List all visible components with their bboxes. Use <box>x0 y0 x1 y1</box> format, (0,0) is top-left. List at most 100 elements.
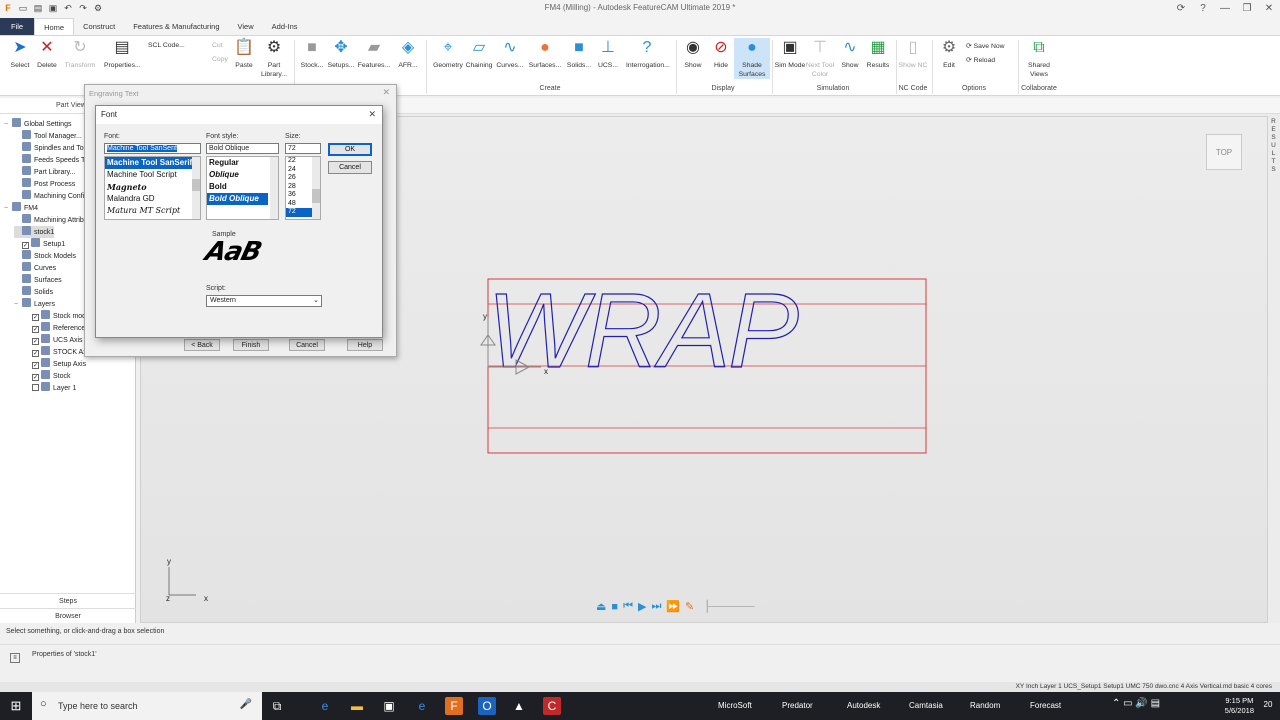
script-select[interactable]: Western ⌄ <box>206 295 322 307</box>
scroll-thumb[interactable] <box>312 189 320 203</box>
cut-button[interactable]: Cut <box>212 42 223 49</box>
size-list-item[interactable]: 36 <box>286 191 312 200</box>
interrogation-button[interactable]: ? Interrogation... <box>626 38 670 70</box>
cancel-button[interactable]: Cancel <box>328 161 372 174</box>
reload-button[interactable]: ⟳ Reload <box>966 56 995 64</box>
save-now-button[interactable]: ⟳ Save Now <box>966 42 1005 50</box>
close-icon[interactable]: ✕ <box>382 87 390 98</box>
size-list-item[interactable]: 28 <box>286 183 312 192</box>
minimize-button[interactable]: — <box>1214 0 1236 18</box>
tree-node[interactable]: − Layers <box>14 298 55 310</box>
properties-icon[interactable]: ≡ <box>10 653 20 663</box>
show-nc-button[interactable]: ▯ Show NC <box>895 38 931 70</box>
visibility-checkbox[interactable] <box>32 384 39 391</box>
edge-browser-icon[interactable]: e <box>316 697 334 715</box>
results-side-tab[interactable]: RESULTS <box>1268 118 1278 177</box>
photos-icon[interactable]: ▲ <box>510 697 528 715</box>
expand-toggle-icon[interactable]: − <box>4 119 12 131</box>
font-list-item[interactable]: Malandra GD <box>105 193 200 205</box>
setups-button[interactable]: ✥ Setups... <box>323 38 359 70</box>
visibility-checkbox[interactable]: ✓ <box>22 242 29 249</box>
visibility-checkbox[interactable]: ✓ <box>32 362 39 369</box>
results-button[interactable]: ▦ Results <box>860 38 896 70</box>
tree-node[interactable]: − FM4 <box>4 202 38 214</box>
expand-toggle-icon[interactable]: − <box>4 203 12 215</box>
font-list-item[interactable]: Machine Tool SanSerif <box>105 157 200 169</box>
tab-add-ins[interactable]: Add-Ins <box>263 18 307 35</box>
system-tray-icons[interactable]: ⌃ ▭ 🔊 ▤ <box>1112 698 1160 709</box>
eject-icon[interactable]: ⏏ <box>596 600 606 613</box>
font-list[interactable]: Machine Tool SanSerif Machine Tool Scrip… <box>104 156 201 220</box>
font-list-item[interactable]: Magneto <box>105 181 200 193</box>
visibility-checkbox[interactable]: ✓ <box>32 350 39 357</box>
taskbar-folder-autodesk[interactable]: Autodesk <box>847 701 880 710</box>
view-cube[interactable]: TOP <box>1206 134 1242 170</box>
scroll-thumb[interactable] <box>192 179 200 191</box>
tree-node[interactable]: Tool Manager... <box>14 130 82 142</box>
tree-node[interactable]: ✓ STOCK Ax <box>24 346 87 358</box>
file-explorer-icon[interactable]: ▬ <box>348 697 366 715</box>
font-style-scrollbar[interactable] <box>270 157 278 219</box>
tree-node[interactable]: Post Process <box>14 178 75 190</box>
font-style-item[interactable]: Oblique <box>207 169 278 181</box>
taskbar-folder-microsoft[interactable]: MicroSoft <box>718 701 752 710</box>
step-back-icon[interactable]: ⏮ <box>623 600 633 613</box>
size-scrollbar[interactable] <box>312 157 320 219</box>
tab-home[interactable]: Home <box>34 18 75 35</box>
help-icon[interactable]: ? <box>1192 0 1214 18</box>
font-style-input[interactable]: Bold Oblique <box>206 143 279 154</box>
expand-toggle-icon[interactable]: − <box>14 299 22 311</box>
taskbar-folder-random[interactable]: Random <box>970 701 1000 710</box>
tree-node[interactable]: stock1 <box>14 226 55 238</box>
tree-node[interactable]: Stock Models <box>14 250 76 262</box>
visibility-checkbox[interactable]: ✓ <box>32 326 39 333</box>
finish-button[interactable]: Finish <box>233 339 269 351</box>
store-icon[interactable]: ▣ <box>380 697 398 715</box>
restore-button[interactable]: ❐ <box>1236 0 1258 18</box>
cancel-wizard-button[interactable]: Cancel <box>289 339 325 351</box>
close-icon[interactable]: ✕ <box>368 109 376 120</box>
step-forward-icon[interactable]: ⏭ <box>651 600 661 613</box>
tree-node[interactable]: ✓ Setup Axis <box>24 358 86 370</box>
taskbar-folder-predator[interactable]: Predator <box>782 701 813 710</box>
edit-options-button[interactable]: ⚙ Edit <box>931 38 967 70</box>
visibility-checkbox[interactable]: ✓ <box>32 338 39 345</box>
tree-node[interactable]: Part Library... <box>14 166 76 178</box>
font-name-input[interactable]: Machine Tool SanSerif <box>104 143 201 154</box>
font-list-item[interactable]: Matura MT Script <box>105 205 200 217</box>
close-button[interactable]: ✕ <box>1258 0 1280 18</box>
browser-tab[interactable]: Browser <box>0 608 136 623</box>
size-input[interactable]: 72 <box>285 143 321 154</box>
shade-surfaces-button[interactable]: ● Shade Surfaces <box>734 38 770 79</box>
help-button[interactable]: Help <box>347 339 383 351</box>
afr-button[interactable]: ◈ AFR... <box>390 38 426 70</box>
part-library-button[interactable]: ⚙ Part Library... <box>256 38 292 79</box>
sync-icon[interactable]: ⟳ <box>1170 0 1192 18</box>
ok-button[interactable]: OK <box>328 143 372 156</box>
tree-node[interactable]: Spindles and Tools <box>14 142 93 154</box>
delete-button[interactable]: ✕ Delete <box>29 38 65 70</box>
ucs-button[interactable]: ⊥ UCS... <box>590 38 626 70</box>
font-list-item[interactable]: Machine Tool Script <box>105 169 200 181</box>
tree-node[interactable]: Curves <box>14 262 56 274</box>
task-view-icon[interactable]: ⧉ <box>268 697 286 715</box>
tree-node[interactable]: ✓ Stock <box>24 370 71 382</box>
font-list-scrollbar[interactable] <box>192 157 200 219</box>
outlook-icon[interactable]: O <box>478 697 496 715</box>
tab-features-manufacturing[interactable]: Features & Manufacturing <box>124 18 228 35</box>
shared-views-button[interactable]: ⧉ Shared Views <box>1021 38 1057 79</box>
font-style-list[interactable]: Regular Oblique Bold Bold Oblique <box>206 156 279 220</box>
taskbar-folder-forecast[interactable]: Forecast <box>1030 701 1061 710</box>
tree-node[interactable]: Machining Config <box>14 190 88 202</box>
size-list-item[interactable]: 22 <box>286 157 312 166</box>
taskbar-folder-camtasia[interactable]: Camtasia <box>909 701 943 710</box>
tab-construct[interactable]: Construct <box>74 18 124 35</box>
taskbar-search[interactable]: ○ Type here to search 🎤 <box>32 692 262 720</box>
font-style-item[interactable]: Bold <box>207 181 278 193</box>
tree-node[interactable]: ✓ Stock mod <box>24 310 86 322</box>
font-style-item[interactable]: Bold Oblique <box>207 193 268 205</box>
windows-start-icon[interactable]: ⊞ <box>0 692 32 720</box>
tree-node[interactable]: Surfaces <box>14 274 62 286</box>
scl-code-button[interactable]: SCL Code... <box>148 42 185 49</box>
tab-view[interactable]: View <box>229 18 263 35</box>
